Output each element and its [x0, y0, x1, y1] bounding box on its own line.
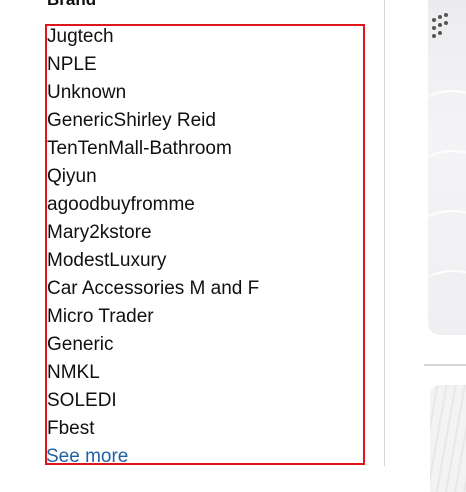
brand-filter-heading: Brand — [47, 0, 96, 11]
brand-option-generic[interactable]: Generic — [47, 331, 363, 359]
brand-option-car-accessories-m-and-f[interactable]: Car Accessories M and F — [47, 275, 363, 303]
shower-head-icon — [432, 13, 448, 38]
see-more-link[interactable]: See more — [46, 443, 128, 471]
brand-option-unknown[interactable]: Unknown — [47, 79, 363, 107]
product-image[interactable] — [428, 0, 466, 335]
brand-option-jugtech[interactable]: Jugtech — [47, 23, 363, 51]
brand-option-nple[interactable]: NPLE — [47, 51, 363, 79]
brand-filter-list: Jugtech NPLE Unknown GenericShirley Reid… — [47, 23, 363, 443]
brand-option-agoodbuyfromme[interactable]: agoodbuyfromme — [47, 191, 363, 219]
product-image[interactable] — [430, 385, 466, 492]
sidebar-divider — [384, 0, 385, 466]
brand-option-mary2kstore[interactable]: Mary2kstore — [47, 219, 363, 247]
brand-option-genericshirley-reid[interactable]: GenericShirley Reid — [47, 107, 363, 135]
results-divider — [424, 364, 466, 366]
brand-option-tentenmall-bathroom[interactable]: TenTenMall-Bathroom — [47, 135, 363, 163]
brand-option-micro-trader[interactable]: Micro Trader — [47, 303, 363, 331]
brand-option-modestluxury[interactable]: ModestLuxury — [47, 247, 363, 275]
brand-option-fbest[interactable]: Fbest — [47, 415, 363, 443]
brand-option-qiyun[interactable]: Qiyun — [47, 163, 363, 191]
brand-option-nmkl[interactable]: NMKL — [47, 359, 363, 387]
brand-option-soledi[interactable]: SOLEDI — [47, 387, 363, 415]
